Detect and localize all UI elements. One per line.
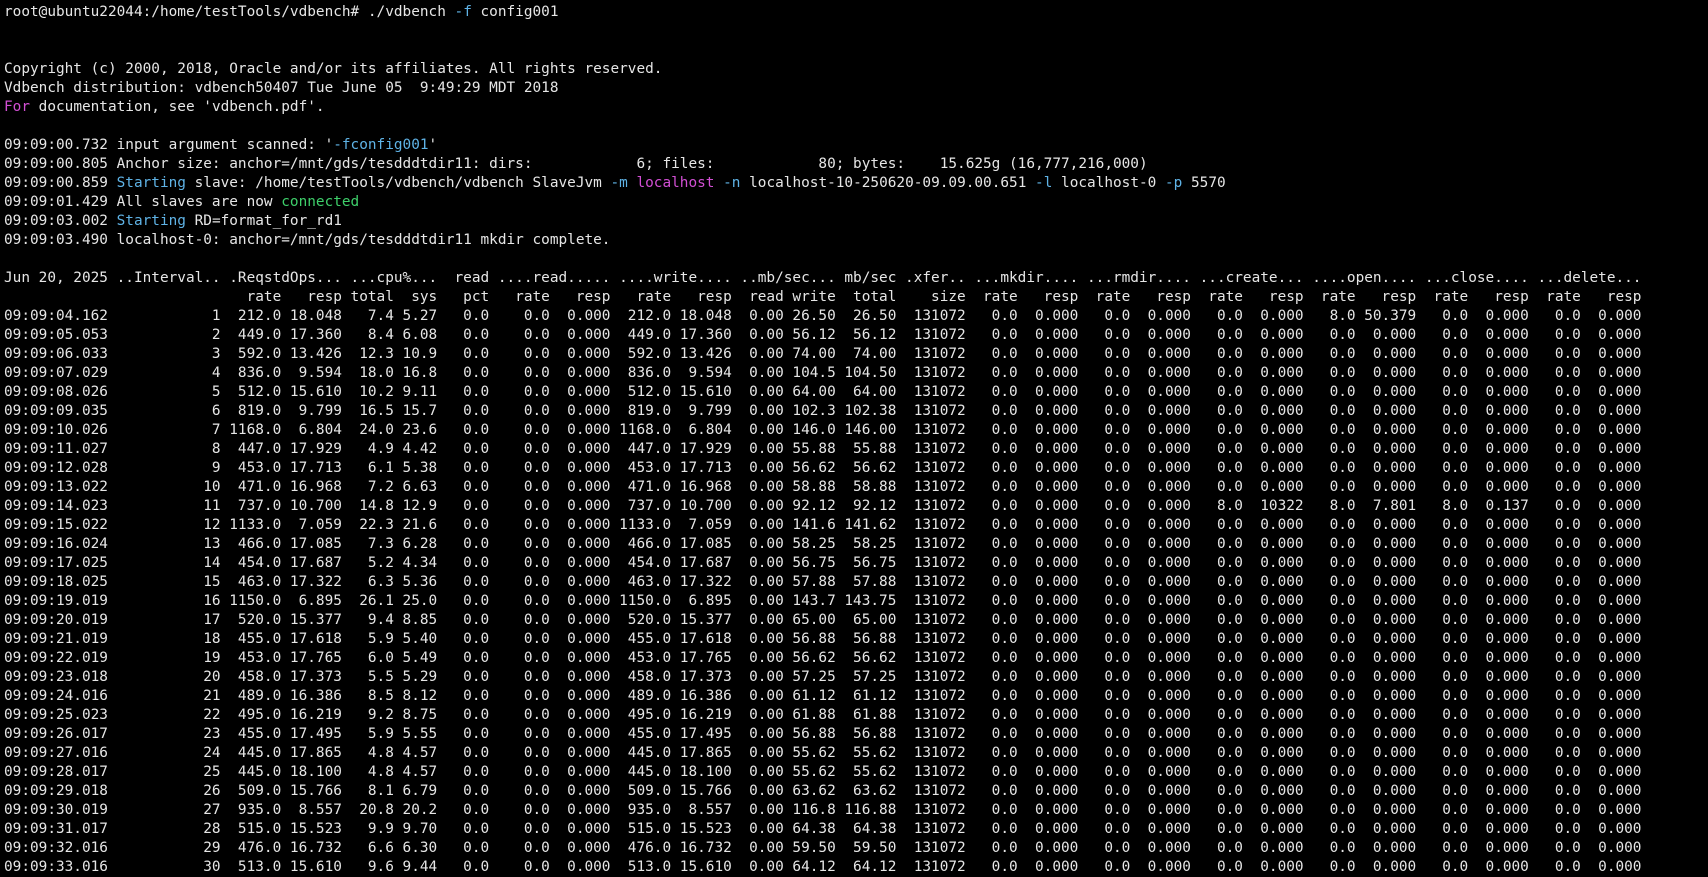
log-text: 09:09:01.429 All slaves are now bbox=[4, 194, 282, 210]
log-line-anchor-size: 09:09:00.805 Anchor size: anchor=/mnt/gd… bbox=[4, 156, 1148, 172]
table-header-row-1: Jun 20, 2025 ..Interval.. .ReqstdOps... … bbox=[4, 270, 1642, 286]
table-row: 09:09:17.025 14 454.0 17.687 5.2 4.34 0.… bbox=[4, 555, 1642, 571]
log-text: localhost-0 bbox=[1052, 175, 1166, 191]
table-row: 09:09:07.029 4 836.0 9.594 18.0 16.8 0.0… bbox=[4, 365, 1642, 381]
table-row: 09:09:06.033 3 592.0 13.426 12.3 10.9 0.… bbox=[4, 346, 1642, 362]
log-text: localhost-10-250620-09.09.00.651 bbox=[740, 175, 1036, 191]
table-row: 09:09:23.018 20 458.0 17.373 5.5 5.29 0.… bbox=[4, 669, 1642, 685]
table-header-row-2: rate resp total sys pct rate resp rate r… bbox=[4, 289, 1642, 305]
distribution-line: Vdbench distribution: vdbench50407 Tue J… bbox=[4, 80, 559, 96]
log-text: 09:09:00.732 input argument scanned: ' bbox=[4, 137, 334, 153]
command-arg: config001 bbox=[471, 4, 559, 20]
table-row: 09:09:05.053 2 449.0 17.360 8.4 6.08 0.0… bbox=[4, 327, 1642, 343]
table-row: 09:09:18.025 15 463.0 17.322 6.3 5.36 0.… bbox=[4, 574, 1642, 590]
table-row: 09:09:12.028 9 453.0 17.713 6.1 5.38 0.0… bbox=[4, 460, 1642, 476]
table-row: 09:09:20.019 17 520.0 15.377 9.4 8.85 0.… bbox=[4, 612, 1642, 628]
starting-keyword: Starting bbox=[116, 213, 186, 229]
prompt-line: root@ubuntu22044:/home/testTools/vdbench… bbox=[4, 3, 1704, 22]
table-row: 09:09:09.035 6 819.0 9.799 16.5 15.7 0.0… bbox=[4, 403, 1642, 419]
table-row: 09:09:10.026 7 1168.0 6.804 24.0 23.6 0.… bbox=[4, 422, 1642, 438]
terminal-window[interactable]: root@ubuntu22044:/home/testTools/vdbench… bbox=[0, 0, 1708, 877]
table-row: 09:09:22.019 19 453.0 17.765 6.0 5.49 0.… bbox=[4, 650, 1642, 666]
log-text: 09:09:03.002 bbox=[4, 213, 117, 229]
command-flag: -f bbox=[454, 4, 472, 20]
table-row: 09:09:26.017 23 455.0 17.495 5.9 5.55 0.… bbox=[4, 726, 1642, 742]
command-name: ./vdbench bbox=[367, 4, 455, 20]
table-row: 09:09:13.022 10 471.0 16.968 7.2 6.63 0.… bbox=[4, 479, 1642, 495]
table-row: 09:09:33.016 30 513.0 15.610 9.6 9.44 0.… bbox=[4, 859, 1642, 875]
log-text: slave: /home/testTools/vdbench/vdbench S… bbox=[185, 175, 611, 191]
doc-rest: documentation, see 'vdbench.pdf'. bbox=[30, 99, 325, 115]
flag-p: -p bbox=[1165, 175, 1183, 191]
localhost-keyword: localhost bbox=[636, 175, 715, 191]
table-row: 09:09:21.019 18 455.0 17.618 5.9 5.40 0.… bbox=[4, 631, 1642, 647]
table-row: 09:09:29.018 26 509.0 15.766 8.1 6.79 0.… bbox=[4, 783, 1642, 799]
starting-keyword: Starting bbox=[116, 175, 186, 191]
log-line-starting-slave: 09:09:00.859 Starting slave: /home/testT… bbox=[4, 174, 1704, 193]
documentation-line: For documentation, see 'vdbench.pdf'. bbox=[4, 98, 1704, 117]
log-text: 5570 bbox=[1182, 175, 1226, 191]
copyright-line: Copyright (c) 2000, 2018, Oracle and/or … bbox=[4, 61, 663, 77]
log-line-slaves-connected: 09:09:01.429 All slaves are now connecte… bbox=[4, 193, 1704, 212]
log-text: RD=format_for_rd1 bbox=[185, 213, 342, 229]
table-row: 09:09:08.026 5 512.0 15.610 10.2 9.11 0.… bbox=[4, 384, 1642, 400]
flag-n: -n bbox=[723, 175, 741, 191]
table-row: 09:09:15.022 12 1133.0 7.059 22.3 21.6 0… bbox=[4, 517, 1642, 533]
table-row: 09:09:14.023 11 737.0 10.700 14.8 12.9 0… bbox=[4, 498, 1642, 514]
log-text: ' bbox=[428, 137, 438, 153]
flag-m: -m bbox=[610, 175, 628, 191]
log-text: 09:09:00.859 bbox=[4, 175, 117, 191]
table-row: 09:09:32.016 29 476.0 16.732 6.6 6.30 0.… bbox=[4, 840, 1642, 856]
connected-status: connected bbox=[281, 194, 360, 210]
log-line-input-arg: 09:09:00.732 input argument scanned: '-f… bbox=[4, 136, 1704, 155]
table-row: 09:09:11.027 8 447.0 17.929 4.9 4.42 0.0… bbox=[4, 441, 1642, 457]
flag-l: -l bbox=[1035, 175, 1053, 191]
prompt-user-host-path: root@ubuntu22044:/home/testTools/vdbench… bbox=[4, 4, 368, 20]
log-line-mkdir-complete: 09:09:03.490 localhost-0: anchor=/mnt/gd… bbox=[4, 232, 611, 248]
table-row: 09:09:04.162 1 212.0 18.048 7.4 5.27 0.0… bbox=[4, 308, 1642, 324]
table-row: 09:09:25.023 22 495.0 16.219 9.2 8.75 0.… bbox=[4, 707, 1642, 723]
table-row: 09:09:31.017 28 515.0 15.523 9.9 9.70 0.… bbox=[4, 821, 1642, 837]
table-row: 09:09:27.016 24 445.0 17.865 4.8 4.57 0.… bbox=[4, 745, 1642, 761]
log-arg-value: -fconfig001 bbox=[333, 137, 429, 153]
table-row: 09:09:28.017 25 445.0 18.100 4.8 4.57 0.… bbox=[4, 764, 1642, 780]
table-row: 09:09:30.019 27 935.0 8.557 20.8 20.2 0.… bbox=[4, 802, 1642, 818]
doc-for-keyword: For bbox=[4, 99, 30, 115]
table-row: 09:09:19.019 16 1150.0 6.895 26.1 25.0 0… bbox=[4, 593, 1642, 609]
log-line-starting-rd: 09:09:03.002 Starting RD=format_for_rd1 bbox=[4, 212, 1704, 231]
table-row: 09:09:24.016 21 489.0 16.386 8.5 8.12 0.… bbox=[4, 688, 1642, 704]
table-row: 09:09:16.024 13 466.0 17.085 7.3 6.28 0.… bbox=[4, 536, 1642, 552]
